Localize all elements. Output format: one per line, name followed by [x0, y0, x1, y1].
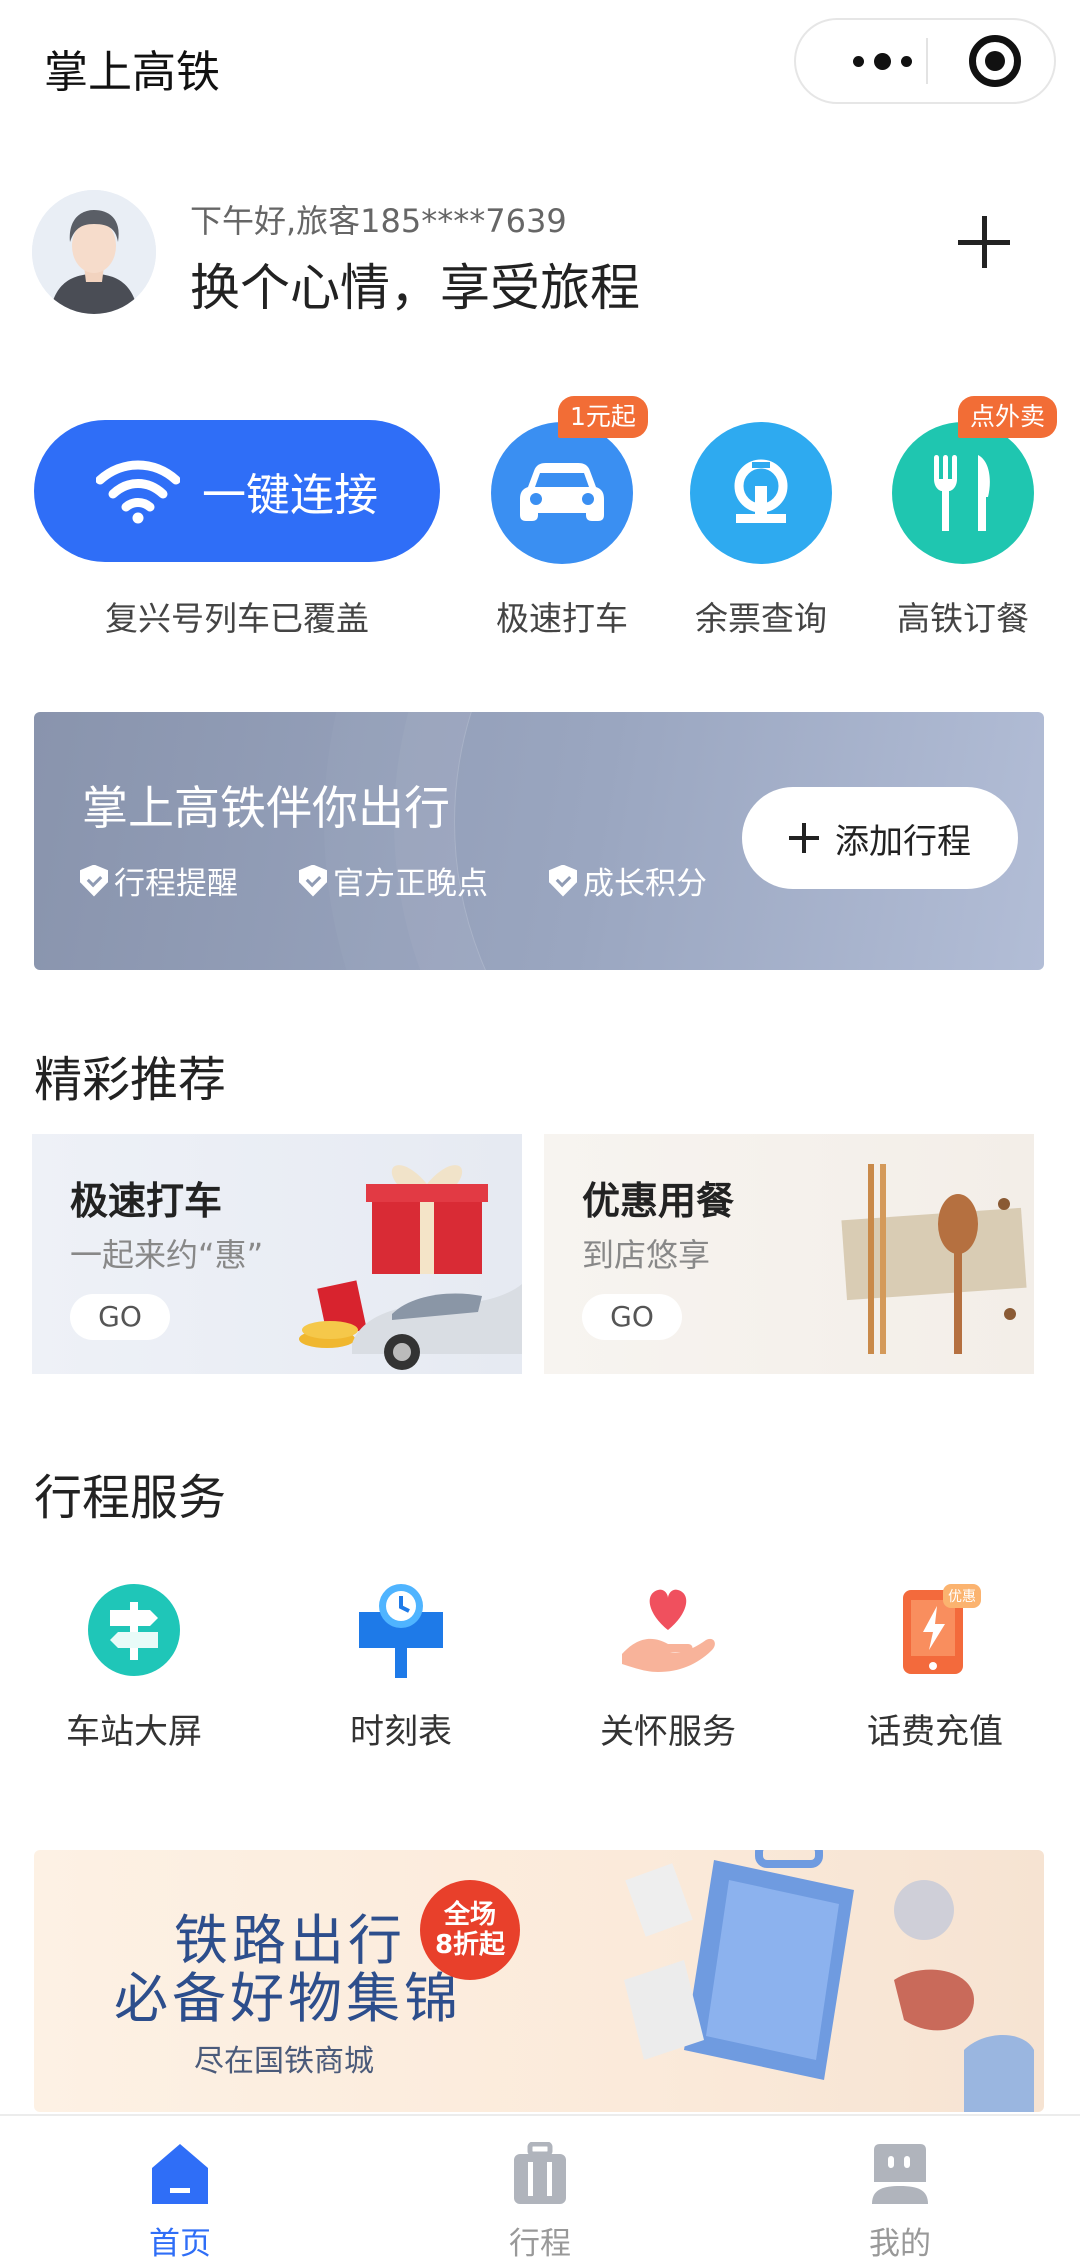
shield-check-icon	[299, 864, 327, 897]
train-meal-button[interactable]	[892, 422, 1034, 564]
promo-taxi-title: 极速打车	[70, 1179, 223, 1223]
promo-card-dining[interactable]: 优惠用餐 到店悠享 GO	[544, 1134, 1034, 1374]
taxi-badge: 1元起	[558, 396, 648, 438]
tab-home[interactable]: 首页	[80, 2130, 280, 2261]
feature-official-delay: 官方正晚点	[299, 858, 488, 903]
ticket-query-button[interactable]	[690, 422, 832, 564]
promo-dining-title: 优惠用餐	[582, 1179, 735, 1223]
mini-program-capsule	[794, 18, 1056, 104]
car-icon	[520, 463, 604, 521]
quick-taxi-label: 极速打车	[496, 599, 628, 638]
shield-check-icon	[80, 864, 108, 897]
one-click-connect-label: 一键连接	[202, 470, 378, 521]
promo-dining-go-button[interactable]: GO	[582, 1294, 682, 1340]
train-meal-label: 高铁订餐	[897, 599, 1029, 638]
service-phone-recharge-label: 话费充值	[867, 1712, 1003, 1752]
railway-logo-icon	[734, 459, 788, 523]
promo-taxi-go-button[interactable]: GO	[70, 1294, 170, 1340]
promo-taxi-subtitle: 一起来约“惠”	[70, 1236, 264, 1274]
discount-badge: 全场 8折起	[420, 1880, 520, 1980]
chopsticks-spoon-illustration	[841, 1164, 1027, 1354]
bottom-tab-bar: 首页 行程 我的	[0, 2114, 1080, 2261]
wifi-coverage-caption: 复兴号列车已覆盖	[105, 599, 369, 638]
mall-banner[interactable]: 铁路出行 必备好物集锦 尽在国铁商城 全场 8折起	[34, 1850, 1044, 2112]
quick-taxi-button[interactable]	[491, 422, 633, 564]
home-icon	[152, 2144, 208, 2204]
more-dots-icon[interactable]	[832, 20, 932, 102]
recommend-section-title: 精彩推荐	[34, 1052, 227, 1108]
meal-badge: 点外卖	[958, 396, 1058, 438]
service-phone-recharge[interactable]: 优惠 话费充值	[835, 1580, 1035, 1752]
mall-banner-line2: 必备好物集锦	[114, 1967, 462, 2030]
service-care[interactable]: 关怀服务	[568, 1580, 768, 1752]
service-station-screen-label: 车站大屏	[66, 1712, 202, 1752]
wifi-icon	[96, 460, 180, 524]
service-care-label: 关怀服务	[600, 1712, 736, 1752]
phone-charge-icon: 优惠	[885, 1580, 985, 1680]
capsule-divider	[926, 38, 928, 84]
gift-car-illustration	[299, 1165, 522, 1370]
heart-hand-icon	[618, 1580, 718, 1680]
app-title: 掌上高铁	[44, 47, 220, 98]
luggage-icon	[514, 2142, 566, 2204]
avatar[interactable]	[32, 190, 156, 314]
fork-knife-icon	[934, 455, 990, 531]
greeting-text: 下午好,旅客185****7639	[190, 202, 567, 240]
ticket-query-label: 余票查询	[695, 599, 827, 638]
plus-icon	[789, 823, 819, 853]
promo-card-taxi[interactable]: 极速打车 一起来约“惠” GO	[32, 1134, 522, 1374]
feature-trip-reminder: 行程提醒	[80, 858, 238, 903]
service-timetable[interactable]: 时刻表	[301, 1580, 501, 1752]
add-trip-button[interactable]: 添加行程	[742, 787, 1018, 889]
plus-icon[interactable]	[958, 212, 1018, 272]
clock-sign-icon	[351, 1580, 451, 1680]
tab-mine-label: 我的	[869, 2226, 931, 2261]
service-station-screen[interactable]: 车站大屏	[34, 1580, 234, 1752]
feature-growth-points: 成长积分	[549, 858, 707, 903]
recharge-discount-badge: 优惠	[948, 1589, 976, 1605]
service-timetable-label: 时刻表	[350, 1712, 452, 1752]
services-section-title: 行程服务	[34, 1470, 227, 1526]
slogan-text: 换个心情，享受旅程	[190, 259, 640, 317]
mall-banner-line3: 尽在国铁商城	[194, 2044, 374, 2079]
title-bar: 掌上高铁	[0, 0, 1080, 130]
target-circle-icon[interactable]	[969, 35, 1021, 87]
profile-icon	[872, 2144, 928, 2204]
tab-trips-label: 行程	[509, 2226, 571, 2261]
trip-banner: 掌上高铁伴你出行 行程提醒 官方正晚点 成长积分 添加行程	[34, 712, 1044, 970]
trip-banner-title: 掌上高铁伴你出行	[82, 781, 450, 835]
shield-check-icon	[549, 864, 577, 897]
signpost-icon	[84, 1580, 184, 1680]
one-click-connect-button[interactable]: 一键连接	[34, 420, 440, 562]
tab-trips[interactable]: 行程	[440, 2130, 640, 2261]
add-trip-label: 添加行程	[835, 821, 971, 862]
promo-dining-subtitle: 到店悠享	[582, 1236, 711, 1274]
travel-goods-illustration	[624, 1850, 1034, 2112]
tab-mine[interactable]: 我的	[800, 2130, 1000, 2261]
tab-home-label: 首页	[149, 2226, 211, 2261]
